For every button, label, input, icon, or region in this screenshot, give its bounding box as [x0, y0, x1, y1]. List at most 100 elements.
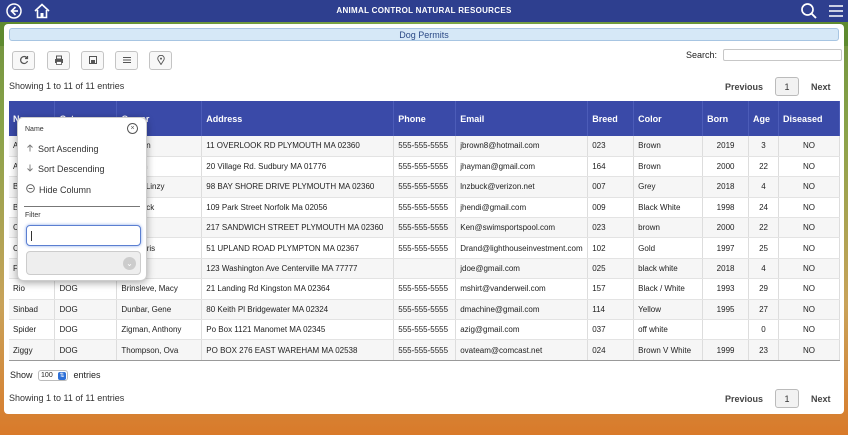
page-length-control: Show 100 ⇅ entries: [10, 370, 101, 382]
table-row[interactable]: Spider DOG Zigman, Anthony Po Box 1121 Mano…: [9, 319, 840, 341]
cell-phone: 555-555-5555: [393, 156, 457, 178]
cell-born: [702, 319, 750, 341]
column-header-phone[interactable]: Phone: [393, 101, 457, 136]
hide-column-option[interactable]: Hide Column: [26, 184, 91, 195]
cell-color: black white: [633, 258, 704, 280]
app-title: ANIMAL CONTROL NATURAL RESOURCES: [336, 6, 512, 15]
cell-email: lnzbuck@verizon.net: [455, 176, 589, 198]
cell-phone: 555-555-5555: [393, 278, 457, 300]
table-row[interactable]: Rio DOG Brinsleve, Macy 21 Landing Rd Kings…: [9, 278, 840, 300]
chevron-down-icon[interactable]: ⌄: [123, 257, 136, 270]
next-button-top[interactable]: Next: [811, 82, 831, 92]
cell-address: 80 Keith Pl Bridgewater MA 02324: [201, 299, 395, 321]
cell-age: 25: [748, 237, 779, 259]
cell-phone: 555-555-5555: [393, 319, 457, 341]
text-caret: [31, 231, 32, 241]
table-row[interactable]: Ziggy DOG Thompson, Ova PO BOX 276 EAST WAR…: [9, 339, 840, 361]
cell-age: 4: [748, 258, 779, 280]
cell-owner: Thompson, Ova: [116, 339, 203, 361]
cell-born: 2000: [702, 156, 750, 178]
cell-phone: 555-555-5555: [393, 176, 457, 198]
cell-name: Spider: [9, 319, 56, 341]
table-row[interactable]: Sinbad DOG Dunbar, Gene 80 Keith Pl Bridgew…: [9, 299, 840, 321]
cell-address: 109 Park Street Norfolk Ma 02056: [201, 197, 395, 219]
save-button[interactable]: [81, 51, 104, 70]
cell-born: 1993: [702, 278, 750, 300]
filter-select[interactable]: ⌄: [26, 251, 141, 275]
close-icon[interactable]: ×: [127, 123, 138, 134]
sort-ascending-option[interactable]: Sort Ascending: [26, 144, 99, 154]
refresh-button[interactable]: [12, 51, 35, 70]
column-header-email[interactable]: Email: [455, 101, 589, 136]
filter-input[interactable]: [26, 225, 141, 246]
cell-name: Ziggy: [9, 339, 56, 361]
cell-email: jhayman@gmail.com: [455, 156, 589, 178]
column-header-age[interactable]: Age: [748, 101, 779, 136]
cell-address: 98 BAY SHORE DRIVE PLYMOUTH MA 02360: [201, 176, 395, 198]
cell-born: 1995: [702, 299, 750, 321]
print-button[interactable]: [47, 51, 70, 70]
hamburger-menu-icon[interactable]: [827, 2, 845, 20]
cell-color: Gold: [633, 237, 704, 259]
cell-address: 11 OVERLOOK RD PLYMOUTH MA 02360: [201, 136, 395, 157]
column-header-born[interactable]: Born: [702, 101, 750, 136]
refresh-icon: [19, 55, 29, 67]
next-button-bottom[interactable]: Next: [811, 394, 831, 404]
search-input[interactable]: [723, 49, 842, 61]
sort-descending-option[interactable]: Sort Descending: [26, 164, 105, 174]
cell-email: jbrown8@hotmail.com: [455, 136, 589, 157]
page-number-bottom[interactable]: 1: [775, 389, 799, 408]
column-header-breed[interactable]: Breed: [587, 101, 635, 136]
cell-category: DOG: [54, 299, 118, 321]
cell-color: Brown: [633, 156, 704, 178]
column-header-diseased[interactable]: Diseased: [778, 101, 840, 136]
cell-color: Black White: [633, 197, 704, 219]
cell-diseased: NO: [778, 176, 840, 198]
cell-diseased: NO: [778, 319, 840, 341]
cell-email: azig@gmail.com: [455, 319, 589, 341]
columns-button[interactable]: [115, 51, 138, 70]
cell-born: 1999: [702, 339, 750, 361]
cell-diseased: NO: [778, 299, 840, 321]
cell-breed: 009: [587, 197, 635, 219]
cell-born: 1997: [702, 237, 750, 259]
cell-email: jdoe@gmail.com: [455, 258, 589, 280]
sort-descending-label: Sort Descending: [38, 164, 105, 174]
cell-age: 0: [748, 319, 779, 341]
sort-ascending-label: Sort Ascending: [38, 144, 99, 154]
cell-color: Grey: [633, 176, 704, 198]
cell-name: Rio: [9, 278, 56, 300]
cell-breed: 023: [587, 217, 635, 239]
page-number-top[interactable]: 1: [775, 77, 799, 96]
cell-phone: 555-555-5555: [393, 217, 457, 239]
previous-button-top[interactable]: Previous: [725, 82, 763, 92]
cell-diseased: NO: [778, 237, 840, 259]
previous-button-bottom[interactable]: Previous: [725, 394, 763, 404]
column-header-address[interactable]: Address: [201, 101, 395, 136]
print-icon: [54, 55, 64, 67]
cell-email: jhendi@gmail.com: [455, 197, 589, 219]
cell-diseased: NO: [778, 278, 840, 300]
popup-divider: [24, 206, 140, 207]
cell-address: 20 Village Rd. Sudbury MA 01776: [201, 156, 395, 178]
cell-breed: 037: [587, 319, 635, 341]
cell-diseased: NO: [778, 258, 840, 280]
cell-email: ovateam@comcast.net: [455, 339, 589, 361]
cell-breed: 164: [587, 156, 635, 178]
cell-diseased: NO: [778, 217, 840, 239]
cell-born: 2018: [702, 258, 750, 280]
cell-diseased: NO: [778, 339, 840, 361]
column-header-color[interactable]: Color: [633, 101, 704, 136]
map-button[interactable]: [149, 51, 172, 70]
cell-color: Brown: [633, 136, 704, 157]
search-icon[interactable]: [800, 2, 818, 20]
show-suffix: entries: [73, 370, 101, 380]
page-length-select[interactable]: 100 ⇅: [38, 370, 69, 382]
cell-owner: Brinsleve, Macy: [116, 278, 203, 300]
column-options-popup: Name × Sort Ascending Sort Descending Hi…: [17, 117, 147, 281]
cell-color: off white: [633, 319, 704, 341]
search-label: Search:: [686, 50, 718, 60]
arrow-up-icon: [26, 144, 34, 154]
cell-address: Po Box 1121 Manomet MA 02345: [201, 319, 395, 341]
cell-diseased: NO: [778, 197, 840, 219]
